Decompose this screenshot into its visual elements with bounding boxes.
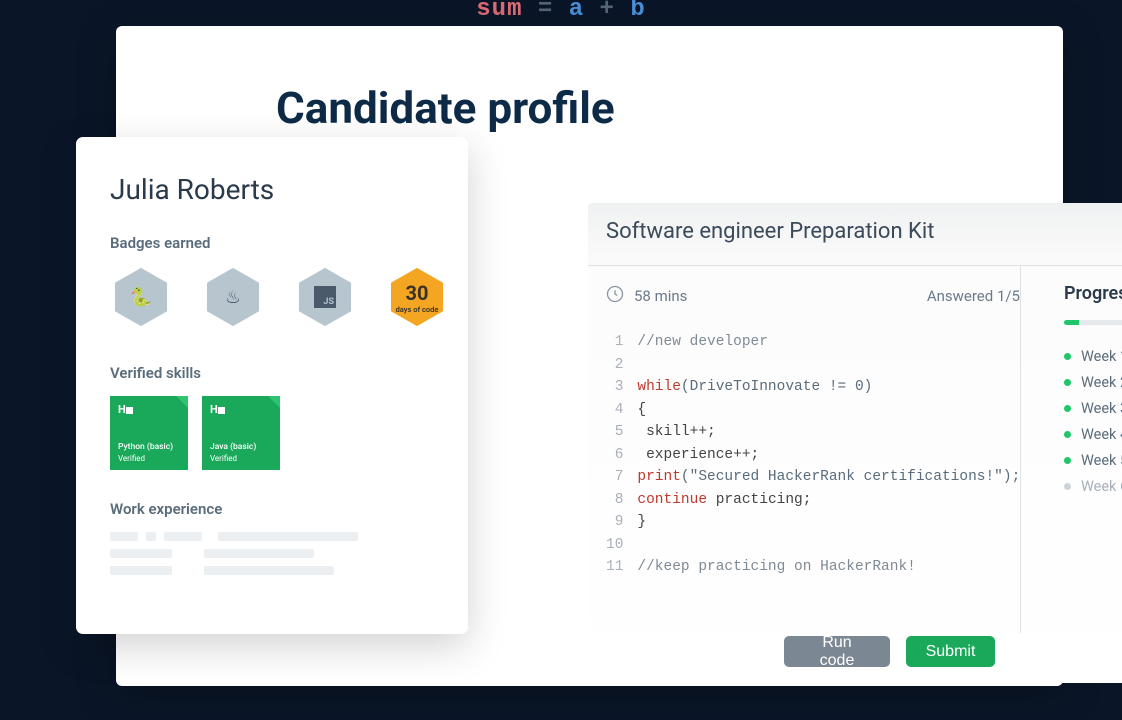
progress-week-item[interactable]: Week 1 (1064, 343, 1122, 369)
divider (588, 265, 1122, 266)
java-badge[interactable]: ♨ (202, 266, 264, 328)
week-label: Week 6 (1081, 478, 1122, 495)
python-basic-tile[interactable]: H Python (basic) Verified (110, 396, 188, 470)
skill-name: Java (basic) (210, 442, 272, 452)
progress-bar-fill (1064, 320, 1079, 325)
30days-badge[interactable]: 30days of code (386, 266, 448, 328)
skill-status: Verified (118, 454, 180, 463)
week-label: Week 2 (1081, 374, 1122, 391)
submit-button[interactable]: Submit (906, 636, 995, 667)
kit-title: Software engineer Preparation Kit (606, 219, 934, 244)
code-editor[interactable]: 1234567891011 //new developer while(Driv… (606, 331, 1008, 579)
prep-kit-panel: Software engineer Preparation Kit 58 min… (588, 203, 1122, 683)
work-experience-placeholder (110, 532, 434, 575)
progress-week-item[interactable]: Week 5 (1064, 447, 1122, 473)
week-label: Week 4 (1081, 426, 1122, 443)
badges-row: 🐍♨JS30days of code (110, 266, 434, 328)
code-content: //new developer while(DriveToInnovate !=… (637, 331, 1020, 579)
dot-icon (1064, 431, 1071, 438)
skill-logo: H (210, 403, 272, 416)
progress-bar (1064, 320, 1122, 325)
week-label: Week 1 (1081, 348, 1122, 365)
dot-icon (1064, 353, 1071, 360)
week-label: Week 5 (1081, 452, 1122, 469)
tile-corner-icon (176, 396, 188, 408)
candidate-name: Julia Roberts (110, 173, 434, 206)
dot-icon (1064, 405, 1071, 412)
js-icon: JS (323, 297, 334, 307)
tile-corner-icon (268, 396, 280, 408)
time-value: 58 mins (634, 287, 687, 305)
dot-icon (1064, 457, 1071, 464)
kit-meta-row: 58 mins Answered 1/5 (606, 285, 1020, 307)
js-badge[interactable]: JS (294, 266, 356, 328)
action-row: Run code Submit (784, 636, 995, 667)
dot-icon (1064, 483, 1071, 490)
skills-section-header: Verified skills (110, 364, 434, 382)
badges-section-header: Badges earned (110, 234, 434, 252)
skills-row: H Python (basic) Verified H Java (basic) Veri… (110, 396, 434, 470)
bg-code-snippet: sum = a + b (476, 0, 645, 23)
time-indicator: 58 mins (606, 285, 687, 307)
run-code-button[interactable]: Run code (784, 636, 890, 667)
skill-status: Verified (210, 454, 272, 463)
progress-week-item[interactable]: Week 4 (1064, 421, 1122, 447)
badge-glyph-icon: ♨ (225, 287, 241, 308)
java-basic-tile[interactable]: H Java (basic) Verified (202, 396, 280, 470)
week-label: Week 3 (1081, 400, 1122, 417)
progress-title: Progress (1064, 283, 1122, 304)
badge-subtitle: days of code (396, 305, 439, 314)
badge-glyph-icon: 🐍 (130, 287, 152, 308)
python-badge[interactable]: 🐍 (110, 266, 172, 328)
progress-week-list: Week 1 Week 2 Week 3 Week 4 Week 5 Week 6 (1064, 343, 1122, 499)
progress-week-item[interactable]: Week 6 (1064, 473, 1122, 499)
progress-week-item[interactable]: Week 2 (1064, 369, 1122, 395)
clock-icon (606, 285, 624, 307)
page-title: Candidate profile (276, 82, 615, 134)
answered-count: Answered 1/5 (927, 287, 1020, 305)
line-number-gutter: 1234567891011 (606, 331, 637, 579)
skill-logo: H (118, 403, 180, 416)
badge-number: 30 (406, 281, 429, 305)
dot-icon (1064, 379, 1071, 386)
progress-panel: Progress Week 1Week 2Week 3Week 4Week 5W… (1064, 283, 1122, 499)
progress-week-item[interactable]: Week 3 (1064, 395, 1122, 421)
candidate-profile-card: Julia Roberts Badges earned 🐍 ♨ JS 30days o… (76, 137, 468, 634)
work-section-header: Work experience (110, 500, 434, 518)
skill-name: Python (basic) (118, 442, 180, 452)
